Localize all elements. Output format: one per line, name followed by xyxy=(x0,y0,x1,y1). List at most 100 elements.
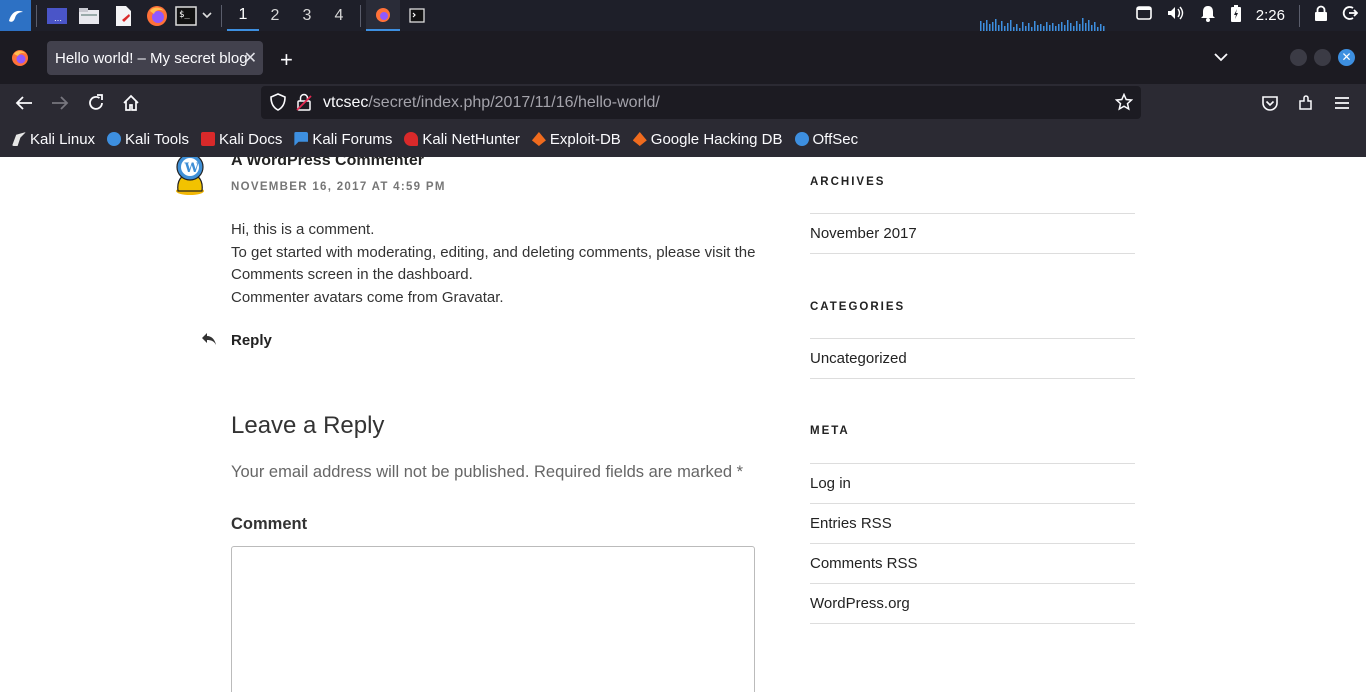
notifications-icon[interactable] xyxy=(1200,5,1216,27)
close-tab-icon[interactable]: ✕ xyxy=(244,48,257,68)
cpu-usage-graph xyxy=(980,18,1105,31)
minimize-window-icon[interactable] xyxy=(1290,49,1307,66)
archives-widget-title: ARCHIVES xyxy=(810,176,886,188)
svg-text:…: … xyxy=(54,14,62,23)
svg-text:W: W xyxy=(184,161,200,176)
comment-textarea[interactable] xyxy=(231,546,755,692)
meta-item-entries-rss[interactable]: Entries RSS xyxy=(810,504,1135,544)
bookmark-label: Kali Forums xyxy=(312,130,393,148)
home-icon[interactable] xyxy=(121,93,141,113)
bookmark-label: Kali Docs xyxy=(218,130,283,148)
meta-item-log-in[interactable]: Log in xyxy=(810,464,1135,504)
bookmark-label: Google Hacking DB xyxy=(650,130,783,148)
navigation-toolbar: vtcsec/secret/index.php/2017/11/16/hello… xyxy=(0,84,1366,121)
reload-icon[interactable] xyxy=(86,93,106,113)
exploit-db-icon xyxy=(531,132,546,146)
url-text[interactable]: vtcsec/secret/index.php/2017/11/16/hello… xyxy=(323,94,660,112)
bookmark-kali-nethunter[interactable]: Kali NetHunter xyxy=(404,131,520,148)
meta-item-wordpress-org[interactable]: WordPress.org xyxy=(810,584,1135,624)
taskbar: … $_ 1 2 3 4 2:26 xyxy=(0,0,1366,31)
launcher-dropdown-icon[interactable] xyxy=(198,0,216,31)
battery-icon[interactable] xyxy=(1230,4,1242,27)
meta-list: Log in Entries RSS Comments RSS WordPres… xyxy=(810,463,1135,624)
logout-icon[interactable] xyxy=(1342,5,1359,26)
bookmark-label: OffSec xyxy=(812,130,859,148)
close-window-icon[interactable]: ✕ xyxy=(1338,49,1355,66)
bookmark-offsec[interactable]: OffSec xyxy=(794,130,859,148)
kali-nethunter-icon xyxy=(404,132,419,146)
firefox-launcher-icon[interactable] xyxy=(140,0,174,31)
bookmark-exploit-db[interactable]: Exploit-DB xyxy=(531,131,621,148)
bookmarks-toolbar: Kali Linux Kali Tools Kali Docs Kali For… xyxy=(0,121,1366,157)
archives-list: November 2017 xyxy=(810,213,1135,254)
offsec-icon xyxy=(794,132,809,146)
bookmark-kali-docs[interactable]: Kali Docs xyxy=(200,130,283,148)
meta-widget-title: META xyxy=(810,425,850,437)
meta-item-comments-rss[interactable]: Comments RSS xyxy=(810,544,1135,584)
system-tray: 2:26 xyxy=(1135,0,1366,31)
new-tab-icon[interactable]: + xyxy=(280,47,293,73)
extensions-icon[interactable] xyxy=(1296,93,1316,113)
workspace-4[interactable]: 4 xyxy=(323,0,355,31)
comment-author[interactable]: A WordPress Commenter xyxy=(231,157,424,170)
bookmark-kali-forums[interactable]: Kali Forums xyxy=(294,131,392,148)
svg-text:$_: $_ xyxy=(179,10,190,20)
list-all-tabs-icon[interactable] xyxy=(1214,49,1228,67)
comment-body: Hi, this is a comment. To get started wi… xyxy=(231,219,761,309)
url-bar[interactable]: vtcsec/secret/index.php/2017/11/16/hello… xyxy=(261,86,1141,119)
bookmark-label: Kali Linux xyxy=(30,130,96,148)
bookmark-kali-linux[interactable]: Kali Linux xyxy=(12,131,95,148)
lock-screen-icon[interactable] xyxy=(1314,5,1328,27)
clock[interactable]: 2:26 xyxy=(1256,7,1285,24)
insecure-connection-lock-icon[interactable] xyxy=(294,92,314,112)
kali-forums-icon xyxy=(294,132,309,146)
bookmark-label: Kali NetHunter xyxy=(422,130,520,148)
tab-hello-world[interactable]: Hello world! – My secret blog ✕ xyxy=(47,41,263,75)
kali-docs-icon xyxy=(200,132,215,146)
app-menu-icon[interactable] xyxy=(1332,93,1352,113)
back-icon[interactable] xyxy=(14,93,34,113)
kali-menu-icon[interactable] xyxy=(0,0,31,31)
comment-line: Commenter avatars come from Gravatar. xyxy=(231,288,504,306)
url-host: vtcsec xyxy=(323,94,369,111)
workspace-1[interactable]: 1 xyxy=(227,0,259,31)
comment-notes: Your email address will not be published… xyxy=(231,463,744,481)
bookmark-label: Kali Tools xyxy=(125,130,189,148)
tab-title: Hello world! – My secret blog xyxy=(55,49,248,67)
taskbar-separator xyxy=(360,4,361,27)
show-desktop-icon[interactable]: … xyxy=(42,0,72,31)
kali-dragon-icon xyxy=(12,132,26,146)
bookmark-google-hacking-db[interactable]: Google Hacking DB xyxy=(632,130,783,148)
terminal-window-task[interactable] xyxy=(400,0,434,31)
forward-icon[interactable] xyxy=(50,93,70,113)
kali-tools-icon xyxy=(107,132,122,146)
comment-field-label: Comment xyxy=(231,515,308,533)
maximize-window-icon[interactable] xyxy=(1314,49,1331,66)
text-editor-icon[interactable] xyxy=(106,0,140,31)
volume-icon[interactable] xyxy=(1166,5,1186,26)
ghdb-icon xyxy=(632,132,647,146)
bookmark-star-icon[interactable] xyxy=(1114,92,1134,112)
firefox-window-task[interactable] xyxy=(366,0,400,31)
firefox-view-icon[interactable] xyxy=(11,49,29,72)
workspace-3[interactable]: 3 xyxy=(291,0,323,31)
categories-list: Uncategorized xyxy=(810,338,1135,379)
tracking-protection-shield-icon[interactable] xyxy=(268,92,288,112)
web-page: W A WordPress Commenter NOVEMBER 16, 201… xyxy=(0,157,1366,692)
leave-reply-heading: Leave a Reply xyxy=(231,412,385,439)
category-item-uncategorized[interactable]: Uncategorized xyxy=(810,339,1135,379)
pocket-icon[interactable] xyxy=(1260,93,1280,113)
workspace-2[interactable]: 2 xyxy=(259,0,291,31)
tray-separator xyxy=(1299,4,1300,27)
comment-line: To get started with moderating, editing,… xyxy=(231,243,756,261)
reply-arrow-icon xyxy=(201,331,217,352)
archive-item-november-2017[interactable]: November 2017 xyxy=(810,214,1135,254)
file-manager-icon[interactable] xyxy=(72,0,106,31)
reply-link[interactable]: Reply xyxy=(231,332,272,349)
comment-date[interactable]: NOVEMBER 16, 2017 AT 4:59 PM xyxy=(231,181,446,193)
terminal-launcher-icon[interactable]: $_ xyxy=(174,0,198,31)
notes-icon[interactable] xyxy=(1135,5,1152,26)
bookmark-kali-tools[interactable]: Kali Tools xyxy=(107,131,189,148)
comment-line: Hi, this is a comment. xyxy=(231,221,375,238)
commenter-avatar: W xyxy=(176,157,204,195)
